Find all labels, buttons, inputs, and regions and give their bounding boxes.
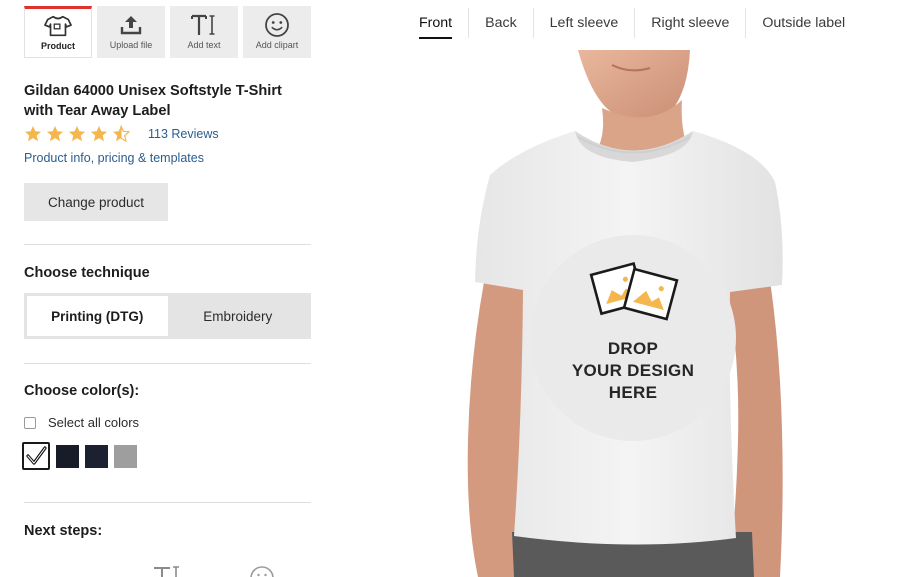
color-heading: Choose color(s): [24, 383, 140, 399]
tab-left-sleeve[interactable]: Left sleeve [532, 8, 635, 38]
star-icon [68, 125, 86, 142]
select-all-checkbox[interactable] [24, 416, 36, 429]
star-icon [90, 125, 108, 142]
tab-front[interactable]: Front [405, 8, 468, 39]
tool-add-text-label: Add text [187, 40, 221, 50]
technique-toggle: Printing (DTG) Embroidery [24, 293, 311, 339]
technique-option-embroidery[interactable]: Embroidery [168, 296, 309, 336]
star-icon [24, 125, 42, 142]
product-info-link[interactable]: Product info, pricing & templates [24, 151, 204, 165]
next-clipart-icon[interactable] [250, 566, 274, 577]
tab-outside-label[interactable]: Outside label [745, 8, 861, 38]
tab-front-label: Front [419, 15, 453, 39]
swatch-black[interactable] [56, 444, 79, 468]
tool-add-clipart-label: Add clipart [255, 40, 299, 50]
product-title: Gildan 64000 Unisex Softstyle T-Shirt wi… [24, 83, 282, 119]
change-product-button[interactable]: Change product [24, 183, 168, 221]
view-tabs: Front Back Left sleeve Right sleeve Outs… [405, 8, 861, 40]
divider [24, 363, 311, 364]
next-steps-icons [0, 564, 320, 577]
swatch-navy[interactable] [85, 444, 108, 468]
star-icon [46, 125, 64, 142]
tshirt-mockup [467, 50, 783, 577]
tool-add-text[interactable]: Add text [170, 6, 238, 58]
tool-upload-label: Upload file [109, 40, 153, 50]
design-toolbar: Product Upload file Add text Add clipart [24, 6, 311, 58]
tool-upload-file[interactable]: Upload file [97, 6, 165, 58]
next-text-icon[interactable] [154, 566, 179, 577]
drop-line-1: DROP [607, 339, 659, 358]
select-all-colors[interactable]: Select all colors [24, 415, 139, 430]
tab-right-sleeve[interactable]: Right sleeve [634, 8, 745, 38]
divider [24, 244, 311, 245]
drop-line-3: HERE [608, 383, 658, 402]
select-all-label: Select all colors [48, 415, 140, 430]
tool-product[interactable]: Product [24, 6, 92, 58]
tab-back[interactable]: Back [468, 8, 533, 38]
tool-product-label: Product [40, 41, 75, 51]
half-star-icon [112, 125, 130, 142]
upload-icon [117, 12, 145, 38]
smiley-icon [263, 12, 291, 38]
tool-add-clipart[interactable]: Add clipart [243, 6, 311, 58]
drop-line-2: YOUR DESIGN [571, 361, 695, 380]
swatch-grey[interactable] [114, 444, 137, 468]
reviews-link[interactable]: 113 Reviews [148, 127, 219, 141]
drop-design-text: DROP YOUR DESIGN HERE [540, 338, 726, 404]
technique-option-printing[interactable]: Printing (DTG) [27, 296, 168, 336]
technique-heading: Choose technique [24, 265, 150, 281]
swatch-white[interactable] [22, 442, 50, 470]
product-rating[interactable]: 113 Reviews [24, 125, 219, 143]
next-steps-heading: Next steps: [24, 523, 103, 539]
tshirt-icon [44, 13, 72, 39]
divider [24, 502, 311, 503]
model-head [578, 50, 690, 152]
checkmark-icon [26, 446, 47, 465]
text-icon [190, 12, 218, 38]
color-swatches [22, 442, 137, 470]
